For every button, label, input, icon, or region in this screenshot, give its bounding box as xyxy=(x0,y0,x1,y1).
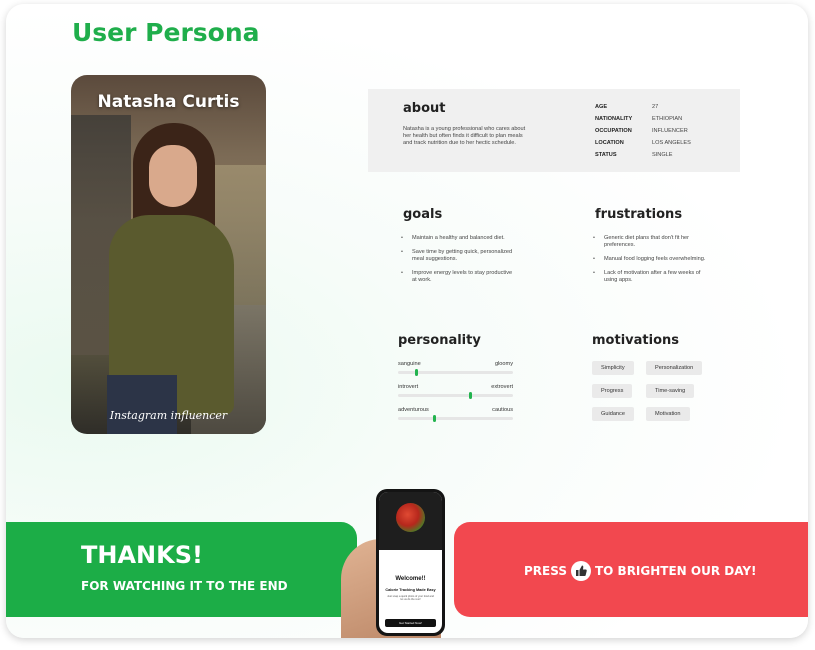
thanks-subtitle: FOR WATCHING IT TO THE END xyxy=(81,579,288,593)
trait-slider: introvert extrovert xyxy=(398,384,513,407)
fact-row: LOCATION LOS ANGELES xyxy=(595,140,691,146)
trait-slider: adventurous cautious xyxy=(398,407,513,430)
fact-row: OCCUPATION INFLUENCER xyxy=(595,128,688,134)
fact-row: STATUS SINGLE xyxy=(595,152,673,158)
fact-row: NATIONALITY ETHIOPIAN xyxy=(595,116,683,122)
list-item: Generic diet plans that don't fit her pr… xyxy=(593,235,708,249)
get-started-button[interactable]: Get Started Now! xyxy=(385,619,436,627)
personality-heading: personality xyxy=(398,333,481,348)
goals-list: Maintain a healthy and balanced diet. Sa… xyxy=(401,235,516,291)
persona-facts: AGE 27 NATIONALITY ETHIOPIAN OCCUPATION INF… xyxy=(595,101,691,161)
goals-heading: goals xyxy=(403,207,443,222)
about-section: about Natasha is a young professional wh… xyxy=(368,89,740,172)
list-item: Improve energy levels to stay productive… xyxy=(401,270,516,284)
frustrations-heading: frustrations xyxy=(595,207,683,222)
food-photo xyxy=(396,503,425,532)
motivation-tag: Simplicity xyxy=(592,361,634,375)
persona-name: Natasha Curtis xyxy=(97,92,240,112)
personality-sliders: sanguine gloomy introvert extrovert adve… xyxy=(398,361,513,430)
page-title: User Persona xyxy=(72,18,260,47)
thumbs-up-icon xyxy=(570,561,591,581)
phone-subtitle: Calorie Tracking Made Easy xyxy=(385,588,436,592)
motivation-tag: Motivation xyxy=(646,407,690,421)
persona-photo: Natasha Curtis Instagram influencer xyxy=(71,75,266,434)
motivations-heading: motivations xyxy=(592,333,679,348)
list-item: Manual food logging feels overwhelming. xyxy=(593,256,708,263)
list-item: Lack of motivation after a few weeks of … xyxy=(593,270,708,284)
persona-caption: Instagram influencer xyxy=(109,409,228,422)
phone-welcome: Welcome!! xyxy=(395,576,426,582)
thanks-title: THANKS! xyxy=(81,541,203,569)
like-message: PRESS TO BRIGHTEN OUR DAY! xyxy=(524,561,757,581)
slider-knob xyxy=(432,415,436,422)
frustrations-list: Generic diet plans that don't fit her pr… xyxy=(593,235,708,291)
phone-mockup: Welcome!! Calorie Tracking Made Easy Jus… xyxy=(376,489,445,636)
phone-screen: Welcome!! Calorie Tracking Made Easy Jus… xyxy=(379,492,442,633)
about-heading: about xyxy=(403,101,446,116)
motivation-tag: Guidance xyxy=(592,407,634,421)
phone-body: Just snap a quick photo of your food and… xyxy=(387,595,434,602)
fact-row: AGE 27 xyxy=(595,104,659,110)
persona-card: User Persona Natasha Curtis Instagram in… xyxy=(6,4,808,638)
trait-slider: sanguine gloomy xyxy=(398,361,513,384)
slider-knob xyxy=(469,392,473,399)
motivation-tag: Progress xyxy=(592,384,633,398)
like-banner: PRESS TO BRIGHTEN OUR DAY! xyxy=(454,522,808,617)
list-item: Maintain a healthy and balanced diet. xyxy=(401,235,516,242)
list-item: Save time by getting quick, personalized… xyxy=(401,249,516,263)
about-description: Natasha is a young professional who care… xyxy=(403,126,526,146)
slider-knob xyxy=(415,369,419,376)
motivation-tag: Time-saving xyxy=(646,384,695,398)
motivation-tag: Personalization xyxy=(646,361,703,375)
thanks-banner: THANKS! FOR WATCHING IT TO THE END xyxy=(6,522,357,617)
